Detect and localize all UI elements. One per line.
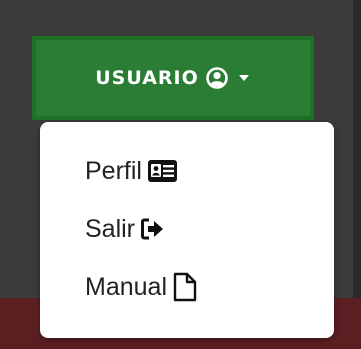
- menu-item-salir[interactable]: Salir: [40, 200, 334, 258]
- user-menu-label: USUARIO: [95, 67, 199, 89]
- menu-item-label: Perfil: [85, 156, 142, 185]
- menu-item-label: Salir: [85, 214, 136, 243]
- id-card-icon: [147, 160, 177, 182]
- user-circle-icon: [205, 66, 229, 90]
- sign-out-icon: [141, 218, 165, 240]
- caret-down-icon: [237, 71, 251, 85]
- file-icon: [173, 272, 197, 302]
- menu-item-manual[interactable]: Manual: [40, 258, 334, 316]
- menu-item-label: Manual: [85, 272, 167, 301]
- background-right-edge: [353, 0, 361, 298]
- user-dropdown-menu: Perfil Salir Manual: [40, 122, 334, 338]
- menu-item-perfil[interactable]: Perfil: [40, 142, 334, 200]
- user-menu-button[interactable]: USUARIO: [32, 36, 314, 120]
